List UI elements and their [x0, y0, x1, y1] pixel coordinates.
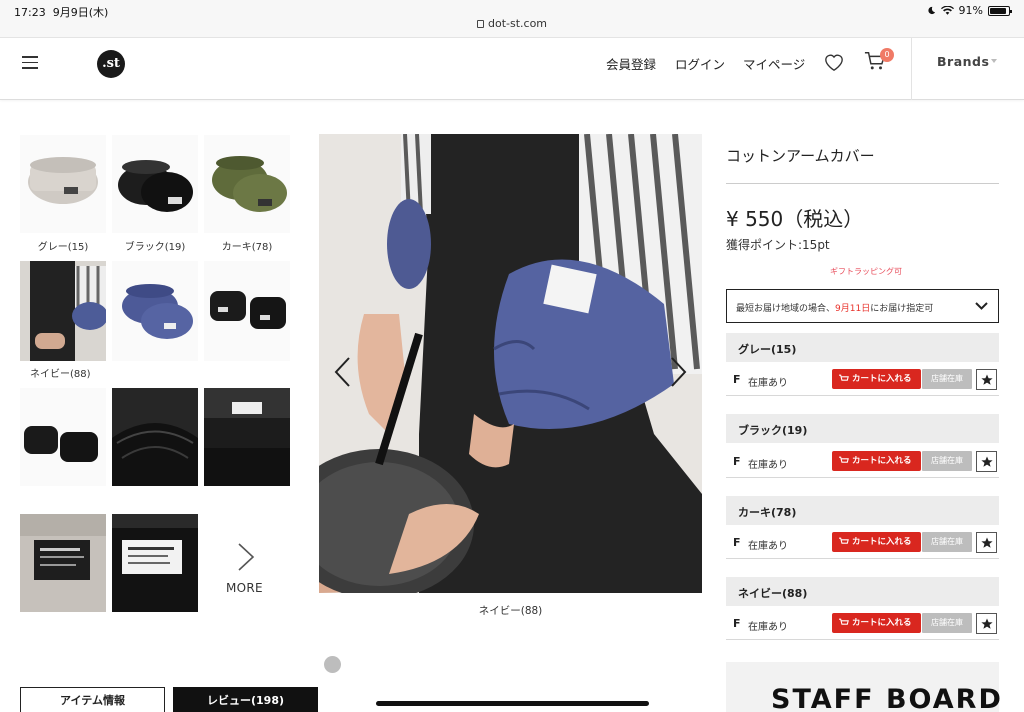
size-label: F — [733, 373, 741, 386]
star-icon — [981, 537, 993, 548]
chevron-right-icon[interactable] — [668, 356, 688, 388]
add-favorite-button[interactable] — [976, 369, 997, 390]
size-label: F — [733, 536, 741, 549]
battery-icon — [988, 5, 1012, 16]
cart-icon — [839, 374, 849, 381]
add-to-cart-button[interactable]: カートに入れる — [832, 532, 921, 552]
thumbnail-label: ブラック(19) — [124, 242, 186, 253]
add-favorite-button[interactable] — [976, 532, 997, 553]
lock-icon — [476, 20, 484, 28]
points-earned: 獲得ポイント:15pt — [726, 238, 830, 252]
thumbnail-khaki[interactable] — [204, 135, 290, 233]
variant-row-grey: F 在庫あり カートに入れる 店舗在庫 — [726, 364, 999, 396]
add-to-cart-button[interactable]: カートに入れる — [832, 369, 921, 389]
variant-header-black: ブラック(19) — [726, 414, 999, 443]
thumbnail-black-flat[interactable] — [20, 388, 106, 486]
brands-menu[interactable]: Brands — [937, 54, 989, 69]
url-text: dot-st.com — [487, 17, 548, 30]
thumbnail-grey-label[interactable] — [20, 514, 106, 612]
nav-mypage[interactable]: マイページ — [743, 54, 805, 73]
thumbnail-black-pair[interactable] — [204, 261, 290, 361]
stock-status: 在庫あり — [748, 460, 788, 471]
store-stock-button[interactable]: 店舗在庫 — [922, 532, 972, 552]
variant-row-khaki: F 在庫あり カートに入れる 店舗在庫 — [726, 527, 999, 559]
delivery-dropdown[interactable]: 最短お届け地域の場合、9月11日にお届け指定可 — [726, 289, 999, 323]
thumbnail-detail-label[interactable] — [204, 388, 290, 486]
add-favorite-button[interactable] — [976, 613, 997, 634]
brands-divider — [911, 38, 912, 100]
main-product-image[interactable] — [319, 134, 702, 593]
cart-count-badge: 0 — [880, 48, 894, 62]
add-favorite-button[interactable] — [976, 451, 997, 472]
cart-icon — [839, 456, 849, 463]
add-to-cart-button[interactable]: カートに入れる — [832, 451, 921, 471]
thumbnail-label: ネイビー(88) — [30, 369, 91, 380]
stock-status: 在庫あり — [748, 378, 788, 389]
variant-header-navy: ネイビー(88) — [726, 577, 999, 606]
home-indicator[interactable] — [376, 701, 649, 706]
store-stock-button[interactable]: 店舗在庫 — [922, 451, 972, 471]
site-header: .st 会員登録 ログイン マイページ 0 Brands — [0, 38, 1024, 100]
cart-icon — [839, 618, 849, 625]
more-thumbnails-link[interactable]: MORE — [226, 581, 263, 595]
staff-board-title: STAFF BOARD — [771, 684, 1003, 712]
gift-wrapping-badge: ギフトラッピング可 — [830, 267, 902, 276]
variant-row-navy: F 在庫あり カートに入れる 店舗在庫 — [726, 608, 999, 640]
stock-status: 在庫あり — [748, 541, 788, 552]
delivery-date: 9月11日 — [835, 304, 871, 314]
store-stock-button[interactable]: 店舗在庫 — [922, 613, 972, 633]
thumbnail-black-label[interactable] — [112, 514, 198, 612]
chevron-down-icon — [975, 302, 988, 310]
thumbnail-navy[interactable] — [112, 261, 198, 361]
variant-header-grey: グレー(15) — [726, 333, 999, 362]
thumbnail-black[interactable] — [112, 135, 198, 233]
site-logo[interactable]: .st — [97, 50, 125, 78]
thumbnail-label: カーキ(78) — [221, 242, 273, 253]
status-indicators: 91% — [927, 4, 1012, 17]
product-price: ¥ 550（税込） — [726, 207, 864, 231]
stock-status: 在庫あり — [748, 622, 788, 633]
tab-item-info[interactable]: アイテム情報 — [20, 687, 165, 712]
variant-row-black: F 在庫あり カートに入れる 店舗在庫 — [726, 446, 999, 478]
star-icon — [981, 456, 993, 467]
hamburger-menu-icon[interactable] — [22, 56, 38, 69]
battery-percent: 91% — [958, 4, 983, 17]
add-to-cart-button[interactable]: カートに入れる — [832, 613, 921, 633]
tab-review[interactable]: レビュー(198) — [173, 687, 318, 712]
favorite-heart-icon[interactable] — [823, 52, 845, 72]
moon-icon — [927, 6, 935, 15]
delivery-prefix: 最短お届け地域の場合、 — [736, 304, 836, 314]
thumbnail-detail-elastic[interactable] — [112, 388, 198, 486]
store-stock-button[interactable]: 店舗在庫 — [922, 369, 972, 389]
thumbnail-navy-model[interactable] — [20, 261, 106, 361]
address-bar[interactable]: dot-st.com — [0, 17, 1024, 30]
chevron-right-icon[interactable] — [236, 542, 256, 572]
thumbnail-label: グレー(15) — [37, 242, 89, 253]
carousel-dot[interactable] — [324, 656, 341, 673]
star-icon — [981, 618, 993, 629]
divider — [726, 183, 999, 184]
wifi-icon — [940, 5, 954, 15]
nav-login[interactable]: ログイン — [675, 54, 725, 73]
cart-icon — [839, 537, 849, 544]
size-label: F — [733, 455, 741, 468]
chevron-down-icon — [991, 59, 997, 63]
star-icon — [981, 374, 993, 385]
thumbnail-grey[interactable] — [20, 135, 106, 233]
product-title: コットンアームカバー — [726, 147, 875, 165]
size-label: F — [733, 617, 741, 630]
chevron-left-icon[interactable] — [333, 356, 353, 388]
main-image-caption: ネイビー(88) — [478, 605, 543, 617]
delivery-suffix: にお届け指定可 — [870, 304, 934, 314]
variant-header-khaki: カーキ(78) — [726, 496, 999, 525]
nav-register[interactable]: 会員登録 — [606, 54, 656, 73]
status-bar: 17:23 9月9日(木) dot-st.com 91% — [0, 0, 1024, 38]
